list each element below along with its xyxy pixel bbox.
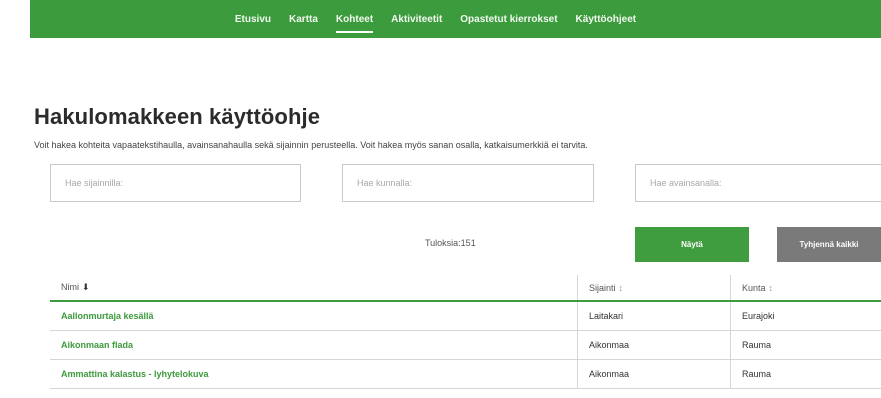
sort-descending-icon: ⬇ bbox=[82, 282, 90, 292]
results-count: Tuloksia:151 bbox=[425, 238, 476, 248]
nav-item-kohteet[interactable]: Kohteet bbox=[335, 2, 374, 37]
nav-item-kayttoohjeet[interactable]: Käyttöohjeet bbox=[576, 2, 637, 37]
table-row: Aallonmurtaja kesällä Laitakari Eurajoki bbox=[50, 301, 881, 331]
municipality-search-input[interactable] bbox=[357, 178, 579, 188]
name-column-header[interactable]: Nimi ⬇ bbox=[50, 275, 578, 302]
result-municipality: Rauma bbox=[730, 330, 881, 360]
result-municipality: Rauma bbox=[730, 359, 881, 389]
municipality-search-field bbox=[342, 164, 594, 202]
result-name-link[interactable]: Aallonmurtaja kesällä bbox=[50, 301, 578, 331]
result-name-link[interactable]: Ammattina kalastus - lyhytelokuva bbox=[50, 359, 578, 389]
table-row: Ammattina kalastus - lyhytelokuva Aikonm… bbox=[50, 359, 881, 389]
result-name-link[interactable]: Aikonmaan flada bbox=[50, 330, 578, 360]
show-button[interactable]: Näytä bbox=[635, 227, 749, 262]
main-navigation: Etusivu Kartta Kohteet Aktiviteetit Opas… bbox=[30, 0, 881, 38]
location-search-input[interactable] bbox=[65, 178, 286, 188]
location-header-label: Sijainti bbox=[589, 282, 616, 293]
municipality-header-label: Kunta bbox=[742, 282, 766, 293]
location-column-header[interactable]: Sijainti ↕ bbox=[577, 275, 731, 302]
name-header-label: Nimi bbox=[61, 282, 79, 292]
nav-item-etusivu[interactable]: Etusivu bbox=[235, 2, 271, 37]
results-table: Nimi ⬇ Sijainti ↕ Kunta ↕ Aallonmurtaja kes… bbox=[50, 275, 881, 389]
page-title: Hakulomakkeen käyttöohje bbox=[34, 104, 321, 129]
nav-item-kartta[interactable]: Kartta bbox=[289, 2, 318, 37]
table-row: Aikonmaan flada Aikonmaa Rauma bbox=[50, 330, 881, 360]
location-search-field bbox=[50, 164, 301, 202]
result-location: Aikonmaa bbox=[577, 330, 731, 360]
sort-icon: ↕ bbox=[618, 282, 624, 293]
nav-item-aktiviteetit[interactable]: Aktiviteetit bbox=[391, 2, 442, 37]
nav-item-opastetut-kierrokset[interactable]: Opastetut kierrokset bbox=[460, 2, 557, 37]
clear-all-button[interactable]: Tyhjennä kaikki bbox=[777, 227, 881, 262]
municipality-column-header[interactable]: Kunta ↕ bbox=[730, 275, 881, 302]
keyword-search-field bbox=[635, 164, 881, 202]
result-location: Aikonmaa bbox=[577, 359, 731, 389]
keyword-search-input[interactable] bbox=[650, 178, 867, 188]
result-municipality: Eurajoki bbox=[730, 301, 881, 331]
table-header-row: Nimi ⬇ Sijainti ↕ Kunta ↕ bbox=[50, 275, 881, 302]
intro-text: Voit hakea kohteita vapaatekstihaulla, a… bbox=[34, 140, 588, 150]
result-location: Laitakari bbox=[577, 301, 731, 331]
sort-icon: ↕ bbox=[768, 282, 774, 293]
